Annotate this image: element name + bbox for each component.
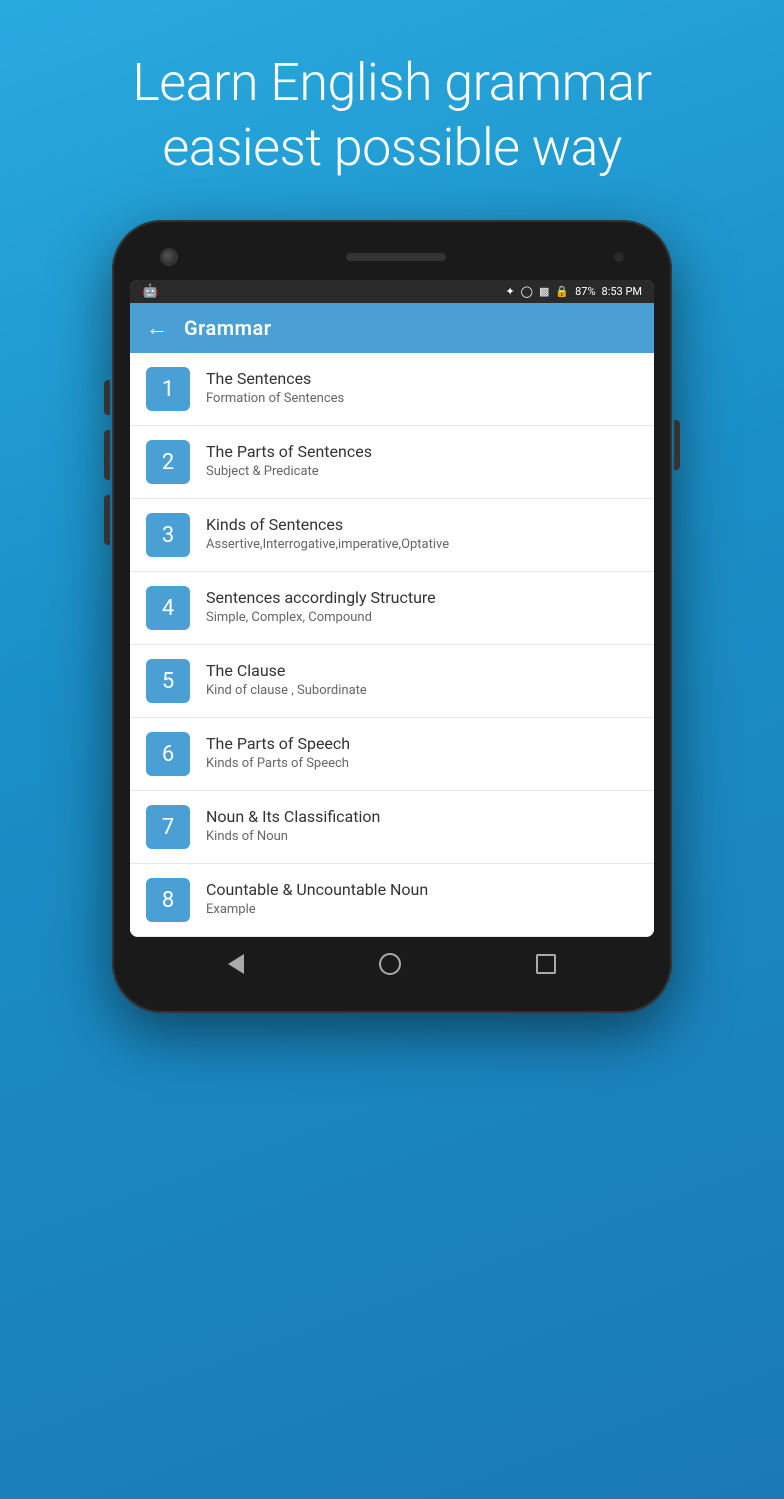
- item-number: 7: [162, 815, 174, 840]
- item-subtitle: Assertive,Interrogative,imperative,Optat…: [206, 536, 638, 554]
- item-text-6: The Parts of Speech Kinds of Parts of Sp…: [206, 734, 638, 773]
- item-subtitle: Subject & Predicate: [206, 463, 638, 481]
- item-number-box-5: 5: [146, 659, 190, 703]
- hero-line2: easiest possible way: [162, 117, 621, 178]
- status-left: 🤖: [142, 284, 158, 299]
- nav-back-button[interactable]: [228, 954, 244, 974]
- item-title: The Clause: [206, 661, 638, 680]
- nav-recents-button[interactable]: [536, 954, 556, 974]
- status-bar: 🤖 ✦ ◯ ▩ 🔒 87% 8:53 PM: [130, 280, 654, 303]
- phone-frame: 🤖 ✦ ◯ ▩ 🔒 87% 8:53 PM ← Grammar: [112, 220, 672, 1013]
- volume-down-button: [104, 430, 110, 480]
- item-number: 3: [162, 523, 174, 548]
- phone-nav-bar: [130, 937, 654, 983]
- phone-top-bar: [130, 240, 654, 280]
- item-number: 2: [162, 450, 174, 475]
- item-number-box-6: 6: [146, 732, 190, 776]
- item-title: Kinds of Sentences: [206, 515, 638, 534]
- battery-percent: 87%: [575, 285, 595, 298]
- item-title: Sentences accordingly Structure: [206, 588, 638, 607]
- volume-up-button: [104, 380, 110, 415]
- item-title: Countable & Uncountable Noun: [206, 880, 638, 899]
- item-text-5: The Clause Kind of clause , Subordinate: [206, 661, 638, 700]
- hero-section: Learn English grammar easiest possible w…: [0, 0, 784, 210]
- power-button: [674, 420, 680, 470]
- app-toolbar: ← Grammar: [130, 303, 654, 353]
- grammar-list: 1 The Sentences Formation of Sentences 2…: [130, 353, 654, 937]
- list-item[interactable]: 2 The Parts of Sentences Subject & Predi…: [130, 426, 654, 499]
- item-title: Noun & Its Classification: [206, 807, 638, 826]
- toolbar-title: Grammar: [184, 316, 271, 340]
- item-number: 5: [162, 669, 174, 694]
- phone-screen: 🤖 ✦ ◯ ▩ 🔒 87% 8:53 PM ← Grammar: [130, 280, 654, 937]
- item-number: 1: [162, 377, 174, 402]
- item-number-box-1: 1: [146, 367, 190, 411]
- back-button[interactable]: ←: [146, 315, 168, 341]
- list-item[interactable]: 8 Countable & Uncountable Noun Example: [130, 864, 654, 937]
- item-text-8: Countable & Uncountable Noun Example: [206, 880, 638, 919]
- list-item[interactable]: 6 The Parts of Speech Kinds of Parts of …: [130, 718, 654, 791]
- item-number: 8: [162, 888, 174, 913]
- list-item[interactable]: 5 The Clause Kind of clause , Subordinat…: [130, 645, 654, 718]
- alarm-icon: ◯: [521, 285, 533, 298]
- earpiece-speaker: [346, 253, 446, 261]
- item-text-4: Sentences accordingly Structure Simple, …: [206, 588, 638, 627]
- item-title: The Parts of Speech: [206, 734, 638, 753]
- signal-icon: ▩: [539, 285, 549, 298]
- item-subtitle: Kind of clause , Subordinate: [206, 682, 638, 700]
- item-subtitle: Formation of Sentences: [206, 390, 638, 408]
- item-text-1: The Sentences Formation of Sentences: [206, 369, 638, 408]
- android-icon: 🤖: [142, 284, 158, 299]
- item-number-box-3: 3: [146, 513, 190, 557]
- item-text-7: Noun & Its Classification Kinds of Noun: [206, 807, 638, 846]
- proximity-sensor: [614, 252, 624, 262]
- time-display: 8:53 PM: [602, 285, 642, 298]
- list-item[interactable]: 7 Noun & Its Classification Kinds of Nou…: [130, 791, 654, 864]
- list-item[interactable]: 3 Kinds of Sentences Assertive,Interroga…: [130, 499, 654, 572]
- camera-button: [104, 495, 110, 545]
- item-subtitle: Simple, Complex, Compound: [206, 609, 638, 627]
- phone-mockup: 🤖 ✦ ◯ ▩ 🔒 87% 8:53 PM ← Grammar: [0, 220, 784, 1013]
- front-camera: [160, 248, 178, 266]
- hero-line1: Learn English grammar: [132, 52, 651, 113]
- item-subtitle: Kinds of Noun: [206, 828, 638, 846]
- list-item[interactable]: 1 The Sentences Formation of Sentences: [130, 353, 654, 426]
- lock-icon: 🔒: [555, 285, 569, 298]
- item-number-box-7: 7: [146, 805, 190, 849]
- status-right: ✦ ◯ ▩ 🔒 87% 8:53 PM: [505, 285, 642, 298]
- item-number: 4: [162, 596, 174, 621]
- item-title: The Parts of Sentences: [206, 442, 638, 461]
- item-text-2: The Parts of Sentences Subject & Predica…: [206, 442, 638, 481]
- item-number-box-8: 8: [146, 878, 190, 922]
- item-subtitle: Example: [206, 901, 638, 919]
- bluetooth-icon: ✦: [505, 285, 514, 298]
- item-title: The Sentences: [206, 369, 638, 388]
- item-text-3: Kinds of Sentences Assertive,Interrogati…: [206, 515, 638, 554]
- item-number-box-2: 2: [146, 440, 190, 484]
- list-item[interactable]: 4 Sentences accordingly Structure Simple…: [130, 572, 654, 645]
- item-number-box-4: 4: [146, 586, 190, 630]
- item-number: 6: [162, 742, 174, 767]
- nav-home-button[interactable]: [379, 953, 401, 975]
- item-subtitle: Kinds of Parts of Speech: [206, 755, 638, 773]
